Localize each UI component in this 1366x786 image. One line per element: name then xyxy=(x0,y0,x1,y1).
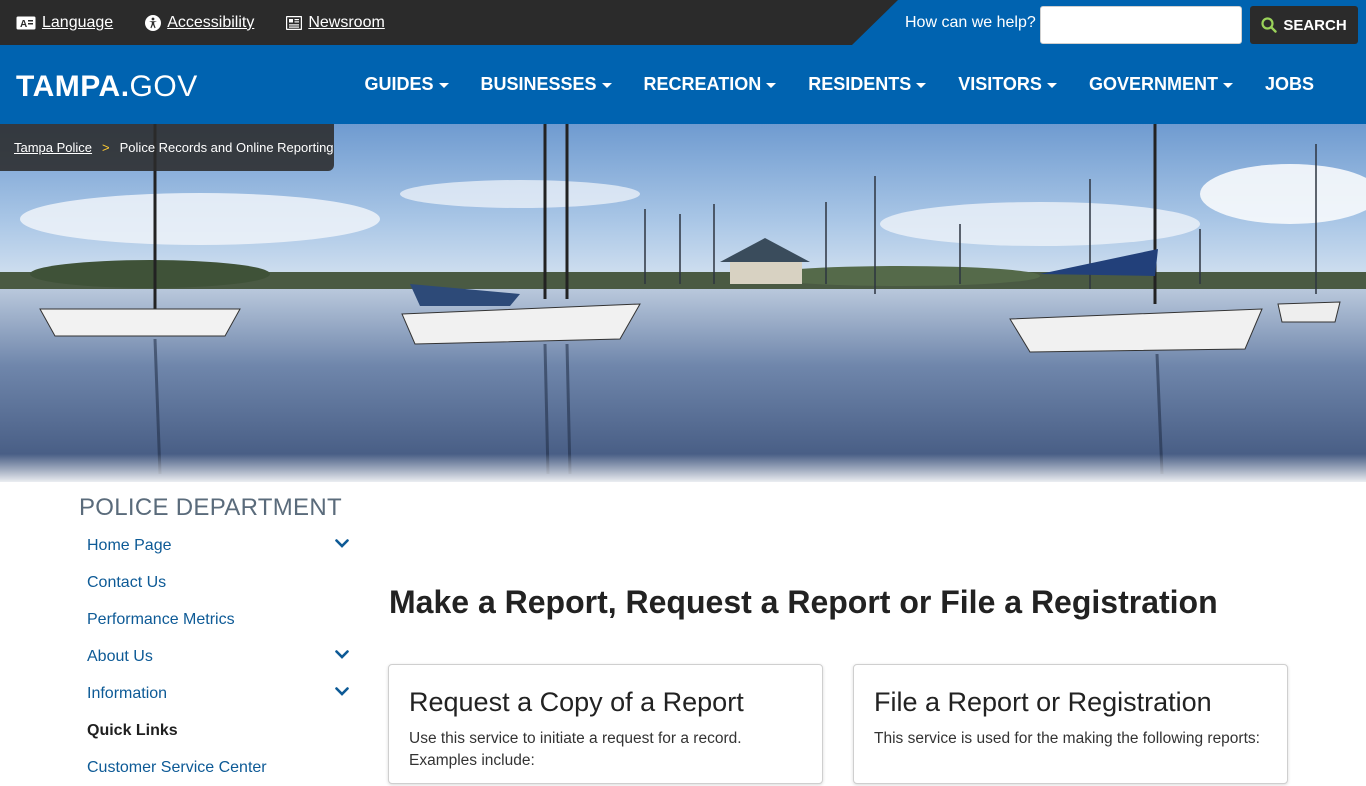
newsroom-link[interactable]: Newsroom xyxy=(286,13,385,32)
chevron-down-icon[interactable] xyxy=(335,539,349,548)
language-link[interactable]: A Language xyxy=(16,14,113,32)
svg-text:A: A xyxy=(20,19,27,30)
newsroom-label: Newsroom xyxy=(308,13,385,31)
card-request-copy[interactable]: Request a Copy of a Report Use this serv… xyxy=(388,664,823,784)
sailboat-far-right xyxy=(1277,301,1341,323)
caret-down-icon xyxy=(601,83,612,88)
nav-item-label: RECREATION xyxy=(643,74,762,94)
page-title: Make a Report, Request a Report or File … xyxy=(389,584,1218,620)
accessibility-icon xyxy=(145,14,162,31)
sidebar-item-home-page[interactable]: Home Page xyxy=(79,527,355,564)
sidebar-item-label: Home Page xyxy=(87,536,172,554)
nav-item-businesses[interactable]: BUSINESSES xyxy=(481,74,612,95)
sidebar-item-contact-us[interactable]: Contact Us xyxy=(79,564,355,601)
utility-links: A Language Accessibility Newsroom xyxy=(16,0,385,45)
search-button[interactable]: SEARCH xyxy=(1250,6,1358,44)
caret-down-icon xyxy=(438,83,449,88)
search-input[interactable] xyxy=(1040,6,1242,44)
nav-item-label: GUIDES xyxy=(364,74,434,94)
nav-item-label: VISITORS xyxy=(958,74,1042,94)
caret-down-icon xyxy=(766,83,777,88)
language-label: Language xyxy=(42,13,114,31)
nav-item-label: RESIDENTS xyxy=(808,74,912,94)
nav-item-label: GOVERNMENT xyxy=(1088,74,1218,94)
caret-down-icon xyxy=(916,83,927,88)
sidebar-item-performance-metrics[interactable]: Performance Metrics xyxy=(79,601,355,638)
breadcrumb-link-tampa-police[interactable]: Tampa Police xyxy=(14,140,92,155)
search-button-label: SEARCH xyxy=(1283,16,1347,34)
sidebar-item-label: Performance Metrics xyxy=(87,610,235,628)
sidebar-item-label: Information xyxy=(87,684,168,702)
search-icon xyxy=(1261,17,1278,33)
breadcrumb-separator: > xyxy=(102,140,110,155)
sidebar-item-information[interactable]: Information xyxy=(79,675,355,712)
nav-item-recreation[interactable]: RECREATION xyxy=(644,74,777,95)
marina-illustration xyxy=(0,124,1366,482)
nav-item-jobs[interactable]: JOBS xyxy=(1265,74,1314,95)
logo-bold-text: TAMPA. xyxy=(16,70,130,103)
sidebar-item-label: Quick Links xyxy=(87,721,178,739)
card-file-report[interactable]: File a Report or Registration This servi… xyxy=(853,664,1288,784)
sidebar-item-label: Contact Us xyxy=(87,573,167,591)
nav-item-guides[interactable]: GUIDES xyxy=(364,74,449,95)
nav-item-residents[interactable]: RESIDENTS xyxy=(808,74,927,95)
utility-bar: A Language Accessibility Newsroom How ca… xyxy=(0,0,1366,45)
main-nav: TAMPA.GOV GUIDES BUSINESSES RECREATION R… xyxy=(0,45,1366,124)
search-prompt: How can we help? xyxy=(905,14,1036,31)
breadcrumb: Tampa Police > Police Records and Online… xyxy=(0,124,334,171)
card-title: Request a Copy of a Report xyxy=(409,687,744,717)
caret-down-icon xyxy=(1046,83,1057,88)
chevron-down-icon[interactable] xyxy=(335,687,349,696)
nav-item-label: JOBS xyxy=(1264,74,1314,94)
sidebar-item-about-us[interactable]: About Us xyxy=(79,638,355,675)
card-title: File a Report or Registration xyxy=(874,687,1212,717)
nav-menu: GUIDES BUSINESSES RECREATION RESIDENTS V… xyxy=(332,45,1314,124)
chevron-down-icon[interactable] xyxy=(335,650,349,659)
breadcrumb-current: Police Records and Online Reporting xyxy=(119,140,334,155)
card-text: Use this service to initiate a request f… xyxy=(409,730,742,769)
card-text: This service is used for the making the … xyxy=(874,730,1260,747)
caret-down-icon xyxy=(1222,83,1233,88)
site-logo[interactable]: TAMPA.GOV xyxy=(16,70,198,104)
department-title: POLICE DEPARTMENT xyxy=(79,494,342,521)
accessibility-label: Accessibility xyxy=(167,13,255,31)
logo-light-text: GOV xyxy=(129,70,198,103)
sidebar-nav: Home Page Contact Us Performance Metrics… xyxy=(79,527,355,786)
accessibility-link[interactable]: Accessibility xyxy=(145,14,254,32)
nav-item-visitors[interactable]: VISITORS xyxy=(958,74,1057,95)
newspaper-icon xyxy=(286,15,303,30)
nav-item-government[interactable]: GOVERNMENT xyxy=(1089,74,1233,95)
sidebar-item-label: About Us xyxy=(87,647,153,665)
sidebar-heading-quick-links: Quick Links xyxy=(79,712,355,749)
language-icon: A xyxy=(16,16,36,30)
nav-item-label: BUSINESSES xyxy=(480,74,597,94)
hero-image xyxy=(0,124,1366,482)
